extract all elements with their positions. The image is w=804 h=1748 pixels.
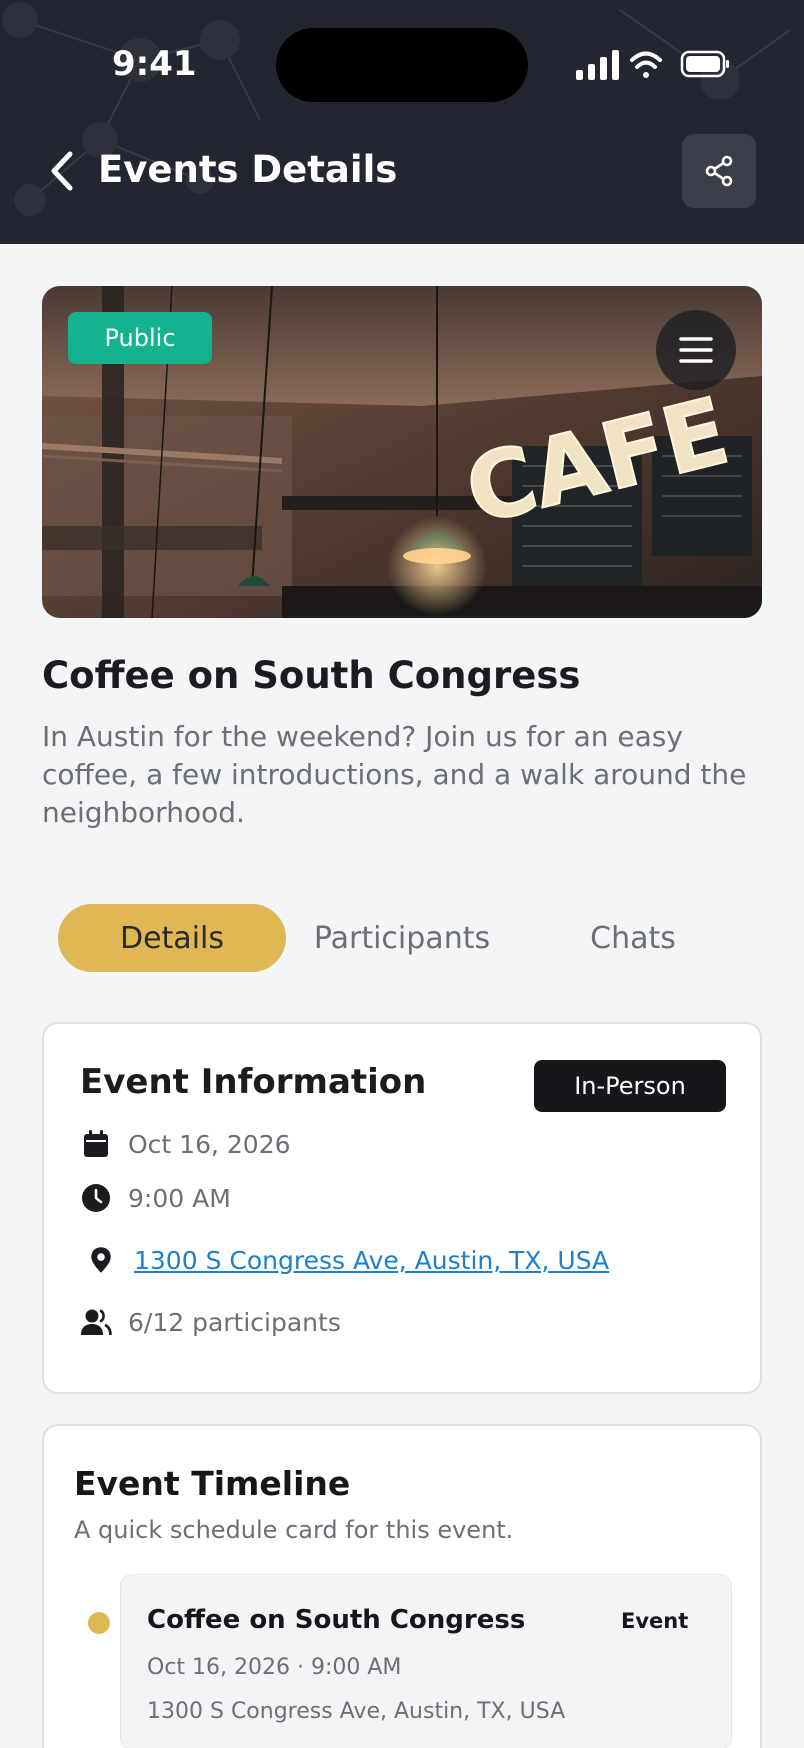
participants-count: 6/12 participants bbox=[128, 1307, 341, 1337]
share-button[interactable] bbox=[682, 134, 756, 208]
location-row: 1300 S Congress Ave, Austin, TX, USA bbox=[80, 1244, 609, 1276]
timeline-heading: Event Timeline bbox=[74, 1464, 351, 1503]
date-row: Oct 16, 2026 bbox=[80, 1128, 291, 1160]
battery-icon bbox=[680, 50, 729, 78]
timeline-dot bbox=[88, 1612, 110, 1634]
timeline-item[interactable]: Coffee on South Congress Event Oct 16, 2… bbox=[120, 1574, 732, 1748]
dynamic-island bbox=[276, 28, 528, 102]
timeline-item-type: Event bbox=[621, 1609, 689, 1633]
card-heading: Event Information bbox=[80, 1062, 427, 1102]
event-information-card: Event Information In-Person Oct 16, 2026… bbox=[42, 1022, 762, 1394]
event-type-badge: In-Person bbox=[534, 1060, 726, 1112]
event-time: 9:00 AM bbox=[128, 1183, 231, 1213]
timeline-item-datetime: Oct 16, 2026 · 9:00 AM bbox=[147, 1655, 402, 1680]
timeline-subtitle: A quick schedule card for this event. bbox=[74, 1516, 514, 1544]
tab-participants[interactable]: Participants bbox=[286, 904, 518, 972]
people-icon bbox=[80, 1306, 112, 1338]
status-time: 9:41 bbox=[112, 44, 197, 84]
header-bar: 9:41 Events Details bbox=[0, 0, 804, 244]
signal-icon bbox=[576, 50, 619, 80]
wifi-icon bbox=[630, 51, 662, 78]
visibility-badge: Public bbox=[68, 312, 212, 364]
event-timeline-card: Event Timeline A quick schedule card for… bbox=[42, 1424, 762, 1748]
event-address-link[interactable]: 1300 S Congress Ave, Austin, TX, USA bbox=[134, 1246, 609, 1275]
timeline-item-address: 1300 S Congress Ave, Austin, TX, USA bbox=[147, 1699, 566, 1724]
timeline-item-title: Coffee on South Congress bbox=[147, 1605, 526, 1635]
page-title: Events Details bbox=[98, 148, 398, 191]
event-title: Coffee on South Congress bbox=[42, 654, 581, 697]
calendar-icon bbox=[80, 1128, 112, 1160]
tab-chats[interactable]: Chats bbox=[518, 904, 748, 972]
tab-details[interactable]: Details bbox=[58, 904, 286, 972]
participants-row: 6/12 participants bbox=[80, 1306, 341, 1338]
time-row: 9:00 AM bbox=[80, 1182, 231, 1214]
event-date: Oct 16, 2026 bbox=[128, 1129, 291, 1159]
clock-icon bbox=[80, 1182, 112, 1214]
menu-button[interactable] bbox=[656, 310, 736, 390]
tab-bar: Details Participants Chats bbox=[58, 904, 748, 972]
hamburger-menu-icon bbox=[679, 337, 713, 363]
back-chevron-icon[interactable] bbox=[46, 148, 78, 194]
event-description: In Austin for the weekend? Join us for a… bbox=[42, 720, 747, 829]
share-icon bbox=[705, 155, 733, 187]
location-pin-icon bbox=[80, 1244, 112, 1276]
event-cover-image: CAFE Public bbox=[42, 286, 762, 618]
status-icons bbox=[576, 50, 729, 80]
